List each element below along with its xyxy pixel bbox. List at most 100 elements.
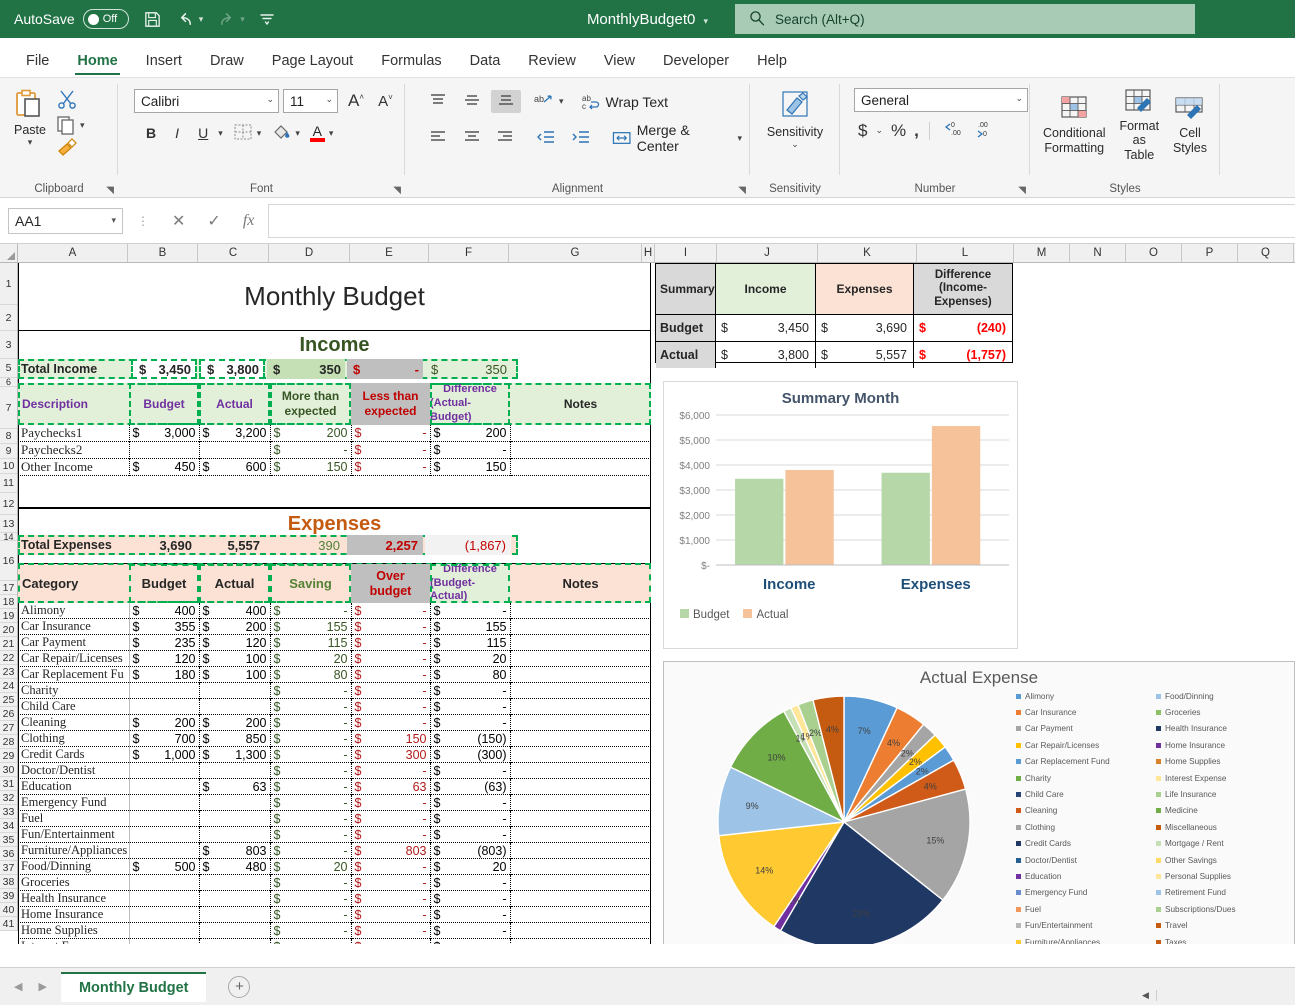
column-header-p[interactable]: P <box>1182 244 1238 262</box>
cell-value[interactable]: $200 <box>270 425 352 442</box>
table-row[interactable]: Paychecks1 $3,000 $3,200 $200 $ - $200 <box>18 425 651 442</box>
text-orientation-icon[interactable]: ab <box>533 91 555 112</box>
row-header-2[interactable]: 2 <box>0 305 17 331</box>
cell-empty[interactable] <box>129 810 200 827</box>
cell-styles-button[interactable]: Cell Styles <box>1168 93 1212 157</box>
row-header-19[interactable]: 19 <box>0 609 17 623</box>
cell-value[interactable]: $- <box>430 603 511 619</box>
decrease-indent-icon[interactable] <box>530 127 561 150</box>
cell-notes[interactable] <box>510 651 651 667</box>
tab-file[interactable]: File <box>12 47 63 77</box>
row-header-21[interactable]: 21 <box>0 637 17 651</box>
total-expenses-saving[interactable]: 390 <box>267 535 345 555</box>
cell-value[interactable]: $1,300 <box>199 746 271 763</box>
borders-dropdown-icon[interactable]: ▾ <box>257 128 262 139</box>
align-right-icon[interactable] <box>490 127 520 150</box>
cell-notes[interactable] <box>510 635 651 651</box>
row-header-9[interactable]: 9 <box>0 444 17 459</box>
summary-row-budget[interactable]: Budget $ 3,450 $ 3,690 $ (240) <box>656 314 1012 341</box>
column-header-j[interactable]: J <box>717 244 818 262</box>
cell-category[interactable]: Alimony <box>18 603 130 619</box>
comma-style-icon[interactable]: , <box>914 121 919 141</box>
document-title[interactable]: MonthlyBudget0 <box>587 11 695 28</box>
column-header-h[interactable]: H <box>642 244 655 262</box>
next-sheet-icon[interactable]: ▶ <box>38 980 46 993</box>
cell-value[interactable]: $- <box>351 794 431 811</box>
row-header-20[interactable]: 20 <box>0 623 17 637</box>
align-middle-icon[interactable] <box>457 90 487 113</box>
row-header-36[interactable]: 36 <box>0 847 17 861</box>
cell-value[interactable]: $63 <box>199 778 271 795</box>
cell-value[interactable]: $115 <box>430 634 511 651</box>
cell-value[interactable]: $ (63) <box>430 778 511 795</box>
row-header-11[interactable]: 11 <box>0 474 17 493</box>
cell-value[interactable]: $- <box>351 874 431 891</box>
font-dialog-launcher-icon[interactable]: ◥ <box>393 185 401 196</box>
tab-developer[interactable]: Developer <box>649 47 743 77</box>
cell-category[interactable]: Home Supplies <box>18 922 130 939</box>
cell-empty[interactable] <box>199 698 271 715</box>
table-row[interactable]: Fun/Entertainment $ - $ - $ - <box>18 826 651 843</box>
copy-dropdown-icon[interactable]: ▾ <box>80 120 85 131</box>
number-format-input[interactable] <box>854 88 1028 112</box>
autosave-toggle[interactable]: Off <box>82 9 129 29</box>
accounting-dropdown-icon[interactable]: ⌄ <box>875 125 883 136</box>
row-header-35[interactable]: 35 <box>0 833 17 847</box>
cell-notes[interactable] <box>510 923 651 939</box>
column-header-a[interactable]: A <box>18 244 128 262</box>
cell-notes[interactable] <box>510 875 651 891</box>
table-row[interactable]: Clothing $700 $850 $ - $150 $ (150) <box>18 730 651 747</box>
cell-notes[interactable] <box>510 425 651 442</box>
tab-review[interactable]: Review <box>514 47 590 77</box>
table-row[interactable]: Home Supplies $ - $ - $ - <box>18 922 651 939</box>
row-header-6[interactable]: 6 <box>0 377 17 387</box>
cell-value[interactable]: $200 <box>199 618 271 635</box>
font-name-input[interactable] <box>134 89 279 113</box>
autosave-control[interactable]: AutoSave Off <box>14 9 129 29</box>
total-expenses-actual[interactable]: 5,557 <box>199 535 265 555</box>
cell-notes[interactable] <box>510 699 651 715</box>
fill-color-dropdown-icon[interactable]: ▾ <box>295 128 300 139</box>
cell-value[interactable]: $- <box>351 826 431 843</box>
cell-value[interactable]: $235 <box>129 634 200 651</box>
row-header-34[interactable]: 34 <box>0 819 17 833</box>
borders-icon[interactable] <box>233 123 253 144</box>
bold-button[interactable]: B <box>140 122 162 144</box>
conditional-formatting-button[interactable]: Conditional Formatting <box>1038 93 1111 157</box>
cell-value[interactable]: $- <box>430 810 511 827</box>
total-income-difference-cell[interactable]: $350 <box>425 359 511 379</box>
name-box[interactable]: AA1 ▾ <box>8 207 123 234</box>
cell-value[interactable]: $355 <box>129 618 200 635</box>
row-header-14[interactable]: 14 <box>0 532 17 542</box>
cell-value[interactable]: $ (300) <box>430 746 511 763</box>
cell-value[interactable]: $- <box>351 682 431 699</box>
cell-category[interactable]: Car Payment <box>18 634 130 651</box>
cell-empty[interactable] <box>129 890 200 907</box>
formula-input[interactable] <box>268 203 1295 238</box>
title-dropdown-icon[interactable]: ▾ <box>704 16 709 26</box>
cell-empty[interactable] <box>199 922 271 939</box>
cell-notes[interactable] <box>510 603 651 619</box>
cell-empty[interactable] <box>129 682 200 699</box>
save-icon[interactable] <box>143 10 162 29</box>
column-header-b[interactable]: B <box>128 244 198 262</box>
cell-notes[interactable] <box>510 667 651 683</box>
cell-empty[interactable] <box>199 938 271 944</box>
cell-value[interactable]: $63 <box>351 778 431 795</box>
cell-category[interactable]: Fun/Entertainment <box>18 826 130 843</box>
cell-value[interactable]: $80 <box>270 666 352 683</box>
cell-notes[interactable] <box>510 731 651 747</box>
cell-value[interactable]: $300 <box>351 746 431 763</box>
cell-empty[interactable] <box>129 762 200 779</box>
row-header-17[interactable]: 17 <box>0 581 17 595</box>
cell-value[interactable]: $- <box>270 794 352 811</box>
align-top-icon[interactable] <box>423 90 453 113</box>
cell-value[interactable]: $150 <box>430 458 511 476</box>
cell-value[interactable]: $100 <box>199 666 271 683</box>
row-header-23[interactable]: 23 <box>0 665 17 679</box>
cell-empty[interactable] <box>199 810 271 827</box>
column-header-e[interactable]: E <box>350 244 429 262</box>
paste-dropdown-icon[interactable]: ▾ <box>28 137 33 148</box>
search-input[interactable]: Search (Alt+Q) <box>735 4 1195 34</box>
cell-notes[interactable] <box>510 779 651 795</box>
